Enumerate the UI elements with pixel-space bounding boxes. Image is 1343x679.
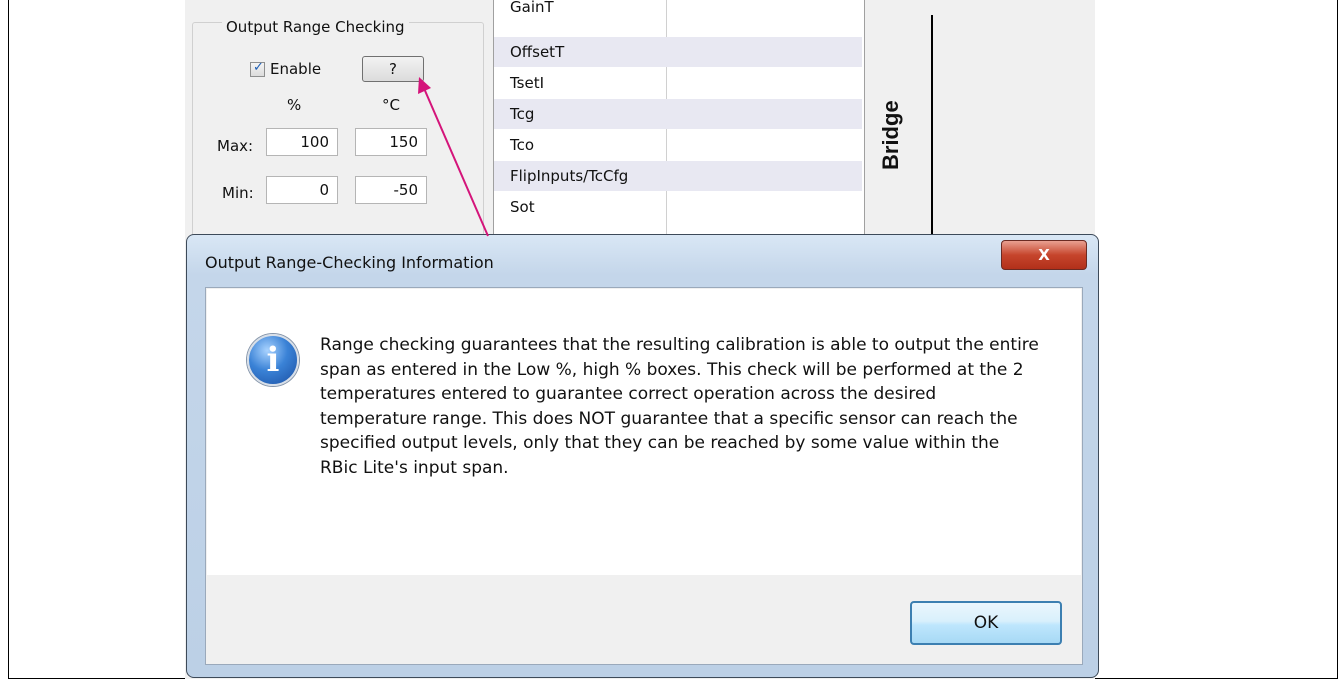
annotation-arrow bbox=[418, 77, 489, 237]
arrow-line bbox=[422, 85, 489, 237]
